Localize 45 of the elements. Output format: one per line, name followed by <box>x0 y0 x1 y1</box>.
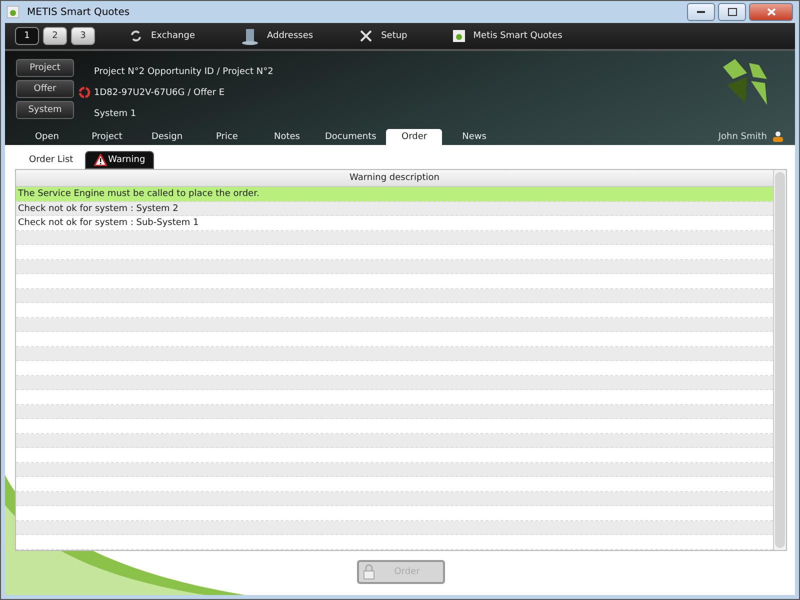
sub-tab[interactable]: Order List <box>21 151 82 169</box>
window-title: METIS Smart Quotes <box>27 6 130 18</box>
nav-tab[interactable]: Design <box>139 129 195 145</box>
context-text: 1D82-97U2V-67U6G / Offer E <box>94 88 225 98</box>
tools-icon <box>359 29 374 43</box>
context-button[interactable]: System <box>16 101 74 119</box>
context-text: System 1 <box>94 108 136 118</box>
scrollbar[interactable] <box>773 170 786 550</box>
warning-icon <box>94 154 108 166</box>
sync-icon <box>78 86 91 99</box>
page-button[interactable]: 1 <box>15 27 39 45</box>
table-row[interactable]: The Service Engine must be called to place the order. <box>16 187 773 202</box>
maximize-button[interactable] <box>718 3 746 21</box>
app-logo-icon <box>7 6 19 18</box>
nav-tab[interactable]: Price <box>199 129 255 145</box>
page-button[interactable]: 3 <box>71 27 95 45</box>
nav-tab[interactable]: Documents <box>319 129 382 145</box>
nav-tab[interactable]: Order <box>386 129 442 145</box>
table-row[interactable]: Check not ok for system : System 2 <box>16 202 773 216</box>
toolbar-button[interactable]: Metis Smart Quotes <box>447 30 568 42</box>
minimize-button[interactable] <box>687 3 715 21</box>
toolbar-button[interactable]: Exchange <box>123 29 201 43</box>
close-button[interactable] <box>749 3 793 21</box>
toolbar-button[interactable]: Addresses <box>234 27 320 45</box>
context-text: Project N°2 Opportunity ID / Project N°2 <box>94 66 274 76</box>
page-button[interactable]: 2 <box>43 27 67 45</box>
nav-tab[interactable]: Notes <box>259 129 315 145</box>
padlock-icon <box>363 564 375 580</box>
close-icon <box>766 8 776 16</box>
toolbar-button[interactable]: Setup <box>353 29 414 43</box>
context-button[interactable]: Offer <box>16 80 74 98</box>
column-header: Warning description <box>16 170 773 188</box>
nav-tab[interactable]: Project <box>79 129 135 145</box>
building-icon <box>240 27 259 45</box>
user-name: John Smith <box>718 132 767 142</box>
context-button[interactable]: Project <box>16 59 74 77</box>
user-icon <box>773 131 783 142</box>
refresh-icon <box>129 29 143 43</box>
sub-tab[interactable]: Warning <box>85 151 154 169</box>
app-logo-icon <box>453 30 466 42</box>
maximize-icon <box>728 8 736 16</box>
nav-tab[interactable]: Open <box>19 129 75 145</box>
table-row[interactable]: Check not ok for system : Sub-System 1 <box>16 216 773 231</box>
nav-tab[interactable]: News <box>446 129 502 145</box>
minimize-icon <box>697 10 705 14</box>
